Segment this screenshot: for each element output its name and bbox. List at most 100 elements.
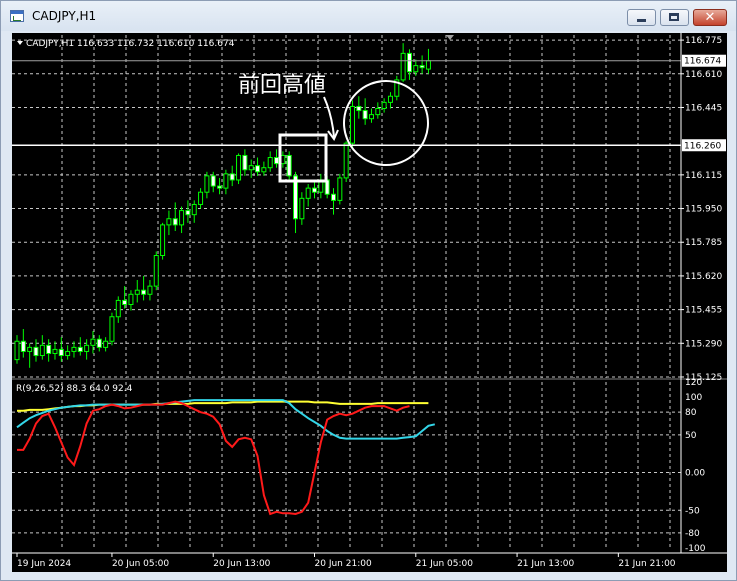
candle-body	[71, 346, 77, 352]
candle-body	[331, 193, 336, 201]
candle-body	[337, 177, 343, 201]
time-axis-label: 21 Jun 13:00	[517, 559, 574, 569]
candle-body	[52, 348, 58, 354]
indicator-axis-label: 100	[685, 393, 702, 403]
candle-body	[122, 299, 128, 305]
candle-body	[425, 60, 431, 70]
price-axis-label: 115.950	[685, 205, 722, 215]
indicator-axis-label: -80	[685, 529, 700, 539]
candle-body	[274, 157, 280, 165]
candle-body	[387, 95, 393, 103]
candle-body	[400, 52, 406, 81]
candle-body	[242, 154, 248, 171]
candle-body	[84, 344, 90, 352]
candle-body	[166, 218, 172, 226]
candle-body	[39, 344, 45, 357]
indicator-axis-label: 0.00	[685, 469, 705, 479]
chart-window-icon	[10, 10, 24, 22]
candle-body	[128, 293, 134, 305]
candle-body	[147, 285, 153, 295]
candle-body	[33, 346, 39, 357]
bid-price-label: 116.674	[684, 57, 721, 67]
price-axis-label: 115.290	[685, 339, 722, 349]
candle-body	[58, 348, 64, 357]
candle-body	[236, 154, 242, 181]
candle-body	[96, 338, 102, 348]
candle-body	[115, 299, 121, 318]
price-chart[interactable]: CADJPY,H1 116.633 116.732 116.610 116.67…	[12, 33, 727, 572]
time-axis-label: 19 Jun 2024	[17, 559, 71, 569]
time-axis-label: 20 Jun 21:00	[315, 559, 372, 569]
candle-body	[305, 187, 311, 199]
price-axis-label: 116.445	[685, 103, 722, 113]
price-axis-label: 116.115	[685, 171, 722, 181]
candle-body	[381, 101, 387, 109]
candle-body	[20, 340, 26, 352]
close-icon: ✕	[704, 10, 716, 25]
maximize-button[interactable]	[660, 9, 689, 26]
indicator-axis-label: -50	[685, 506, 700, 516]
candle-body	[419, 65, 425, 69]
minimize-button[interactable]	[627, 9, 656, 26]
indicator-label: R(9,26,52) 88.3 64.0 92.4	[16, 384, 133, 394]
candle-body	[77, 346, 83, 352]
annotation-label: 前回高値	[238, 73, 326, 98]
candle-body	[65, 350, 71, 357]
candle-body	[406, 52, 412, 73]
maximize-icon	[669, 13, 679, 21]
candle-body	[90, 338, 96, 346]
candle-body	[153, 255, 159, 287]
candle-body	[160, 224, 166, 256]
time-axis-label: 20 Jun 13:00	[213, 559, 270, 569]
window-titlebar[interactable]: CADJPY,H1 ✕	[1, 1, 736, 31]
candle-body	[413, 65, 419, 73]
candle-body	[103, 340, 109, 348]
indicator-axis-label: 120	[685, 378, 702, 388]
candle-body	[204, 175, 210, 193]
price-axis-label: 115.455	[685, 306, 722, 316]
candle-body	[14, 340, 20, 361]
candle-body	[210, 175, 216, 187]
indicator-line-3	[17, 400, 410, 516]
candle-body	[134, 289, 140, 295]
candle-body	[46, 344, 52, 355]
chart-area[interactable]: CADJPY,H1 116.633 116.732 116.610 116.67…	[12, 33, 727, 572]
breakout-circle	[343, 80, 429, 166]
level-price-label: 116.260	[684, 141, 721, 151]
candle-body	[368, 114, 374, 120]
chart-menu-triangle-icon	[17, 41, 23, 45]
candle-body	[109, 316, 115, 342]
price-axis-label: 115.785	[685, 238, 722, 248]
candle-body	[217, 185, 223, 189]
candle-body	[343, 142, 349, 179]
indicator-axis-label: -100	[685, 544, 706, 554]
chart-header-text: CADJPY,H1 116.633 116.732 116.610 116.67…	[26, 39, 235, 49]
indicator-axis-label: 80	[685, 408, 697, 418]
time-axis-label: 21 Jun 05:00	[416, 559, 473, 569]
price-axis-label: 116.775	[685, 36, 722, 46]
chart-shift-marker-icon	[446, 35, 454, 40]
candle-body	[185, 210, 191, 216]
candle-body	[229, 173, 235, 181]
close-button[interactable]: ✕	[693, 9, 727, 26]
window-title: CADJPY,H1	[32, 9, 97, 23]
candle-body	[261, 167, 267, 173]
candle-body	[362, 110, 368, 120]
candle-body	[299, 197, 305, 220]
candle-body	[255, 165, 261, 173]
candle-body	[198, 191, 204, 205]
candle-body	[286, 154, 292, 177]
price-axis-label: 116.610	[685, 70, 722, 80]
candle-body	[356, 105, 362, 112]
time-axis-label: 20 Jun 05:00	[112, 559, 169, 569]
candle-body	[223, 173, 229, 189]
candle-body	[191, 203, 197, 216]
candle-body	[27, 346, 33, 352]
minimize-icon	[637, 19, 646, 22]
time-axis-label: 21 Jun 21:00	[618, 559, 675, 569]
candle-body	[248, 165, 254, 171]
candle-body	[375, 108, 381, 116]
candle-body	[349, 105, 355, 144]
candle-body	[179, 210, 185, 226]
candle-body	[312, 187, 318, 193]
